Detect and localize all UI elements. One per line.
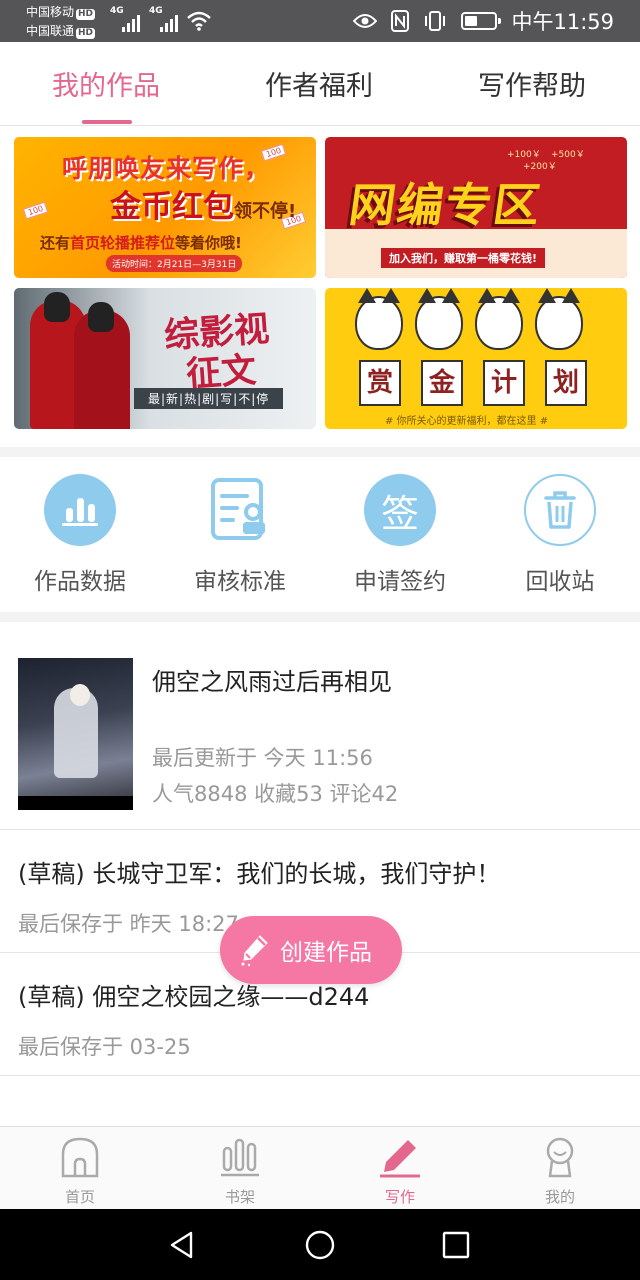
status-bar: 中国移动 HD 中国联通 HD 4G 4G 中午11:59: [0, 0, 640, 42]
headline-char: 划: [545, 360, 587, 406]
section-divider: [0, 612, 640, 622]
banner-headline: 呼朋唤友来写作，: [62, 154, 271, 183]
banner-film-tv-contest[interactable]: 综影视 征文 最|新|热|剧|写|不|停: [14, 288, 316, 429]
signal-icon: [122, 8, 140, 32]
banner-headline: 赏 金 计 划: [359, 360, 587, 406]
wifi-icon: [187, 11, 211, 31]
signal-icon: [160, 8, 178, 32]
nav-label: 首页: [64, 1188, 95, 1206]
shortcut-label: 回收站: [525, 569, 595, 595]
nav-home[interactable]: 首页: [0, 1135, 160, 1207]
shortcut-apply-contract[interactable]: 签 申请签约: [320, 474, 480, 596]
cat-icon: [535, 288, 583, 350]
nav-label: 写作: [384, 1188, 415, 1206]
coupon-tag: 100: [22, 201, 49, 220]
draft-saved-time: 最后保存于 03-25: [18, 1035, 191, 1059]
nav-bookshelf[interactable]: 书架: [160, 1135, 320, 1207]
banner-editor-zone[interactable]: +100￥ +500￥ +200￥ 网编专区 加入我们，赚取第一桶零花钱!: [325, 137, 627, 278]
back-icon[interactable]: [166, 1229, 198, 1261]
nav-label: 书架: [224, 1188, 255, 1206]
eye-icon: [353, 13, 378, 29]
carrier-2: 中国联通 HD: [26, 24, 96, 39]
recents-icon[interactable]: [440, 1229, 472, 1261]
nav-write[interactable]: 写作: [320, 1135, 480, 1207]
bar-chart-icon: [44, 474, 116, 546]
create-work-label: 创建作品: [280, 940, 372, 966]
home-icon: [0, 1135, 160, 1179]
banner-invite-friends[interactable]: 100 100 100 呼朋唤友来写作， 金币红包领不停! 还有首页轮播推荐位等…: [14, 137, 316, 278]
shortcut-label: 审核标准: [194, 569, 286, 595]
vibrate-icon: [423, 10, 447, 32]
banner-bounty-plan[interactable]: 赏 金 计 划 # 你所关心的更新福利，都在这里 #: [325, 288, 627, 429]
shortcut-recycle-bin[interactable]: 回收站: [480, 474, 640, 596]
banner-headline-2: 金币红包领不停!: [110, 189, 297, 225]
nav-label: 我的: [544, 1188, 575, 1206]
profile-icon: [480, 1135, 640, 1179]
bottom-nav: 首页 书架 写作 我的: [0, 1126, 640, 1209]
battery-icon: [461, 12, 502, 30]
cat-icon: [355, 288, 403, 350]
banner-date: 活动时间：2月21日—3月31日: [106, 255, 243, 272]
section-divider: [0, 447, 640, 457]
shortcut-review-standards[interactable]: 审核标准: [160, 474, 320, 596]
pencil-icon: [241, 935, 268, 967]
list-item[interactable]: 佣空之风雨过后再相见 最后更新于 今天 11:56 人气8848 收藏53 评论…: [0, 622, 640, 830]
cover-bar: [18, 796, 133, 810]
tab-my-works[interactable]: 我的作品: [52, 64, 160, 103]
create-work-button[interactable]: 创建作品: [220, 916, 402, 984]
shortcut-label: 申请签约: [354, 569, 446, 595]
home-circle-icon[interactable]: [304, 1229, 336, 1261]
banner-subline: 加入我们，赚取第一桶零花钱!: [381, 248, 546, 268]
cover-figure-head: [70, 684, 90, 706]
top-tabs: 我的作品 作者福利 写作帮助: [0, 42, 640, 126]
work-updated: 最后更新于 今天 11:56: [152, 746, 373, 770]
book-cover: [18, 658, 133, 810]
headline-char: 计: [483, 360, 525, 406]
pen-icon: [320, 1135, 480, 1179]
shortcut-work-data[interactable]: 作品数据: [0, 474, 160, 596]
tab-writing-help[interactable]: 写作帮助: [478, 64, 586, 103]
banner-subline: 还有首页轮播推荐位等着你哦!: [40, 234, 242, 252]
document-check-icon: [204, 474, 276, 546]
clock: 中午11:59: [511, 10, 614, 34]
sign-icon: 签: [364, 474, 436, 546]
banner-subline: 最|新|热|剧|写|不|停: [134, 388, 284, 409]
carrier-1: 中国移动 HD: [26, 5, 96, 20]
works-list: 佣空之风雨过后再相见 最后更新于 今天 11:56 人气8848 收藏53 评论…: [0, 622, 640, 1076]
work-title: 佣空之风雨过后再相见: [152, 668, 392, 696]
cat-illustrations: [355, 288, 583, 350]
system-nav-bar: [0, 1209, 640, 1280]
shortcut-row: 作品数据 审核标准 签 申请签约 回收站: [0, 457, 640, 612]
tab-author-benefits[interactable]: 作者福利: [265, 64, 373, 103]
figure-head: [88, 302, 114, 332]
headline-char: 赏: [359, 360, 401, 406]
nfc-icon: [391, 10, 410, 32]
draft-saved-time: 最后保存于 昨天 18:27: [18, 912, 239, 936]
banner-grid: 100 100 100 呼朋唤友来写作， 金币红包领不停! 还有首页轮播推荐位等…: [0, 127, 640, 447]
draft-title: (草稿) 长城守卫军：我们的长城，我们守护！: [18, 860, 501, 888]
banner-subline: # 你所关心的更新福利，都在这里 #: [385, 416, 549, 427]
cat-icon: [475, 288, 523, 350]
work-stats: 人气8848 收藏53 评论42: [152, 782, 399, 806]
bookshelf-icon: [160, 1135, 320, 1179]
status-right: 中午11:59: [353, 6, 640, 36]
active-tab-indicator: [82, 120, 132, 124]
trash-icon: [524, 474, 596, 546]
figure-head: [44, 292, 70, 322]
headline-char: 金: [421, 360, 463, 406]
banner-headline: 网编专区: [345, 178, 546, 232]
nav-profile[interactable]: 我的: [480, 1135, 640, 1207]
cat-icon: [415, 288, 463, 350]
shortcut-label: 作品数据: [34, 569, 126, 595]
